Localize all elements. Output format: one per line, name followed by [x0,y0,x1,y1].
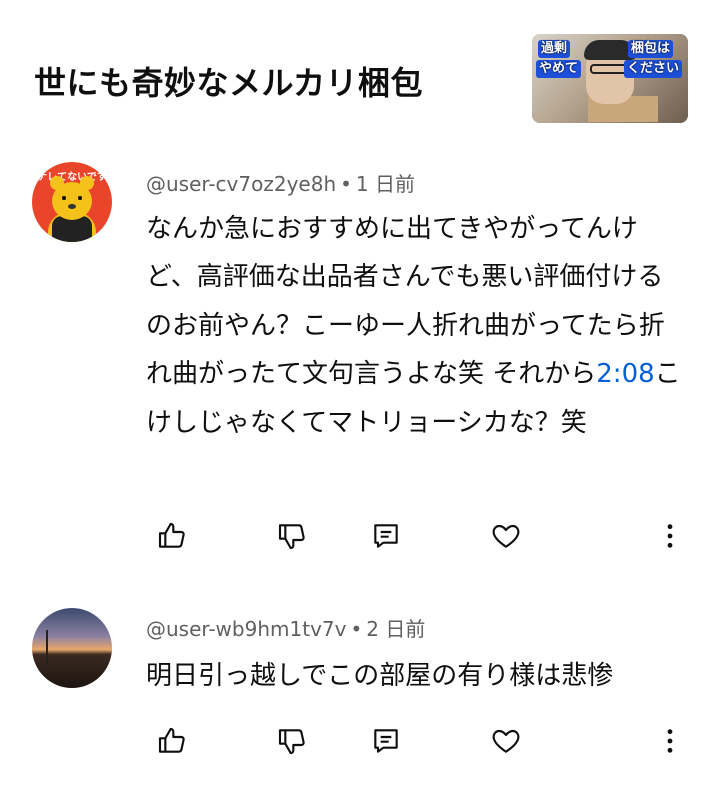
comment-author[interactable]: @user-cv7oz2ye8h [146,172,336,196]
like-button[interactable] [152,516,192,556]
comment-actions [0,721,720,761]
more-vertical-icon [667,729,673,753]
thumbs-down-icon [278,729,305,755]
avatar[interactable]: ナレてないです [32,162,112,242]
video-header: 世にも奇妙なメルカリ梱包 過剰 やめて 梱包は ください [0,0,720,150]
more-options-button[interactable] [650,516,690,556]
thumbnail-caption: やめて [536,60,582,78]
thumbs-up-icon [158,727,185,753]
video-title[interactable]: 世にも奇妙なメルカリ梱包 [34,58,423,104]
comment-time: 1 日前 [355,172,416,196]
more-options-button[interactable] [650,721,690,761]
avatar-text: ナレてないです [37,172,107,183]
heart-button[interactable] [486,721,526,761]
thumbnail-caption: 梱包は [628,40,674,58]
avatar-bear-nose [68,204,76,209]
avatar-pole [46,630,48,666]
comment-time: 2 日前 [366,617,426,641]
dislike-button[interactable] [272,516,312,556]
dislike-button[interactable] [272,721,312,761]
heart-button[interactable] [486,516,526,556]
thumbnail-caption: 過剰 [538,40,571,58]
thumbs-down-icon [278,524,305,550]
video-thumbnail[interactable]: 過剰 やめて 梱包は ください [532,34,688,123]
more-vertical-icon [667,524,673,548]
comment-text: 明日引っ越しでこの部屋の有り様は悲惨 [146,661,614,691]
reply-comment-icon [374,524,398,548]
comment-meta: @user-cv7oz2ye8h • 1 日前 [146,168,415,197]
thumbs-up-icon [158,522,185,548]
avatar-bear-head [52,182,92,220]
avatar[interactable] [32,608,112,688]
thumbnail-caption: ください [624,60,683,78]
comment-text: なんか急におすすめに出てきやがってんけど、高評価な出品者さんでも悪い評価付けるの… [146,205,686,447]
meta-separator: • [350,617,363,641]
like-button[interactable] [152,721,192,761]
comment-author[interactable]: @user-wb9hm1tv7v [146,617,346,641]
comment-meta: @user-wb9hm1tv7v • 2 日前 [146,613,425,642]
timestamp-link[interactable]: 2:08 [596,359,654,389]
reply-comment-icon [374,729,398,753]
comment-text-part: なんか急におすすめに出てきやがってんけど、高評価な出品者さんでも悪い評価付けるの… [146,214,665,390]
comment-actions [0,516,720,556]
avatar-bear-eye [78,196,82,200]
meta-separator: • [340,172,352,196]
avatar-bear-eye [62,196,66,200]
heart-icon [492,729,520,753]
reply-button[interactable] [366,516,406,556]
heart-icon [492,524,520,548]
reply-button[interactable] [366,721,406,761]
